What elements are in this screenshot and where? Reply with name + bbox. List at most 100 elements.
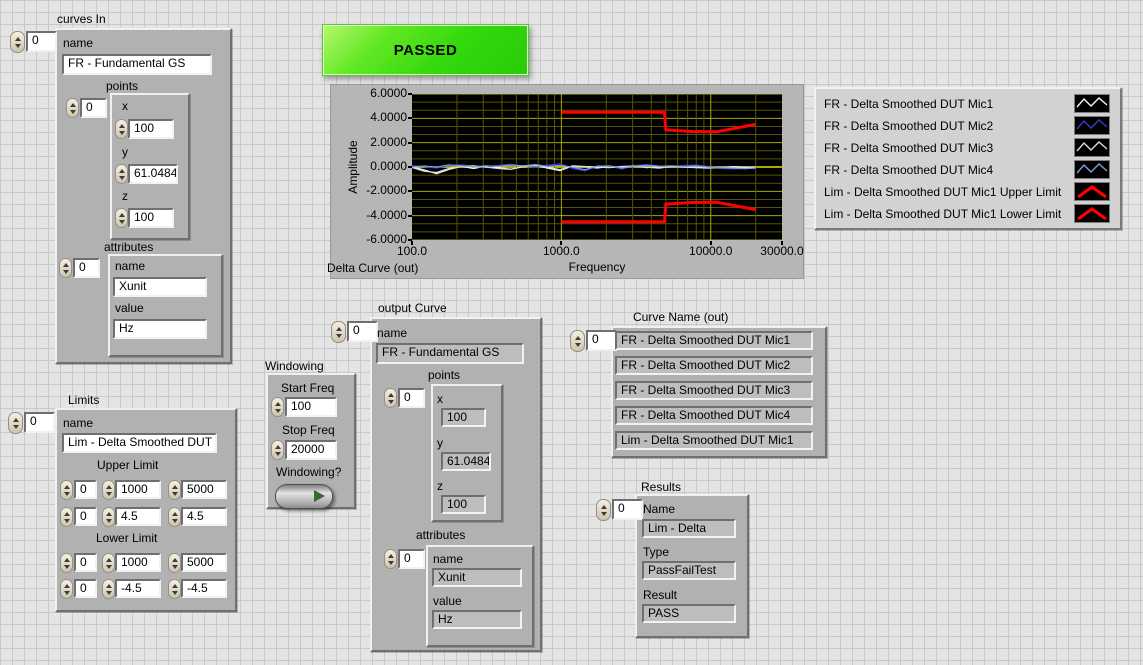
- legend-item-3[interactable]: FR - Delta Smoothed DUT Mic4: [824, 159, 993, 181]
- upper-limit-label: Upper Limit: [97, 458, 158, 472]
- legend-line-glyph: [1077, 142, 1107, 151]
- legend-line-glyph: [1078, 187, 1106, 197]
- legend-item-0[interactable]: FR - Delta Smoothed DUT Mic1: [824, 93, 993, 115]
- output-curve-index-spinner[interactable]: [331, 321, 346, 343]
- limits-name-field[interactable]: Lim - Delta Smoothed DUT: [62, 433, 217, 453]
- windowing-switch-label: Windowing?: [276, 465, 341, 479]
- curves-in-attr-value-label: value: [115, 301, 144, 315]
- x-tick-label: 100.0: [382, 245, 442, 258]
- upper-freq-index-spinner[interactable]: [60, 480, 73, 500]
- results-name-field: Lim - Delta: [642, 519, 736, 538]
- lower-val-index-field[interactable]: 0: [74, 579, 97, 598]
- legend-item-4[interactable]: Lim - Delta Smoothed DUT Mic1 Upper Limi…: [824, 181, 1061, 203]
- curves-in-index-field[interactable]: 0: [26, 31, 57, 52]
- stop-freq-field[interactable]: 20000: [285, 440, 337, 460]
- y-tick-mark: [408, 117, 412, 119]
- output-curve-attr-value-field: Hz: [432, 610, 522, 629]
- output-curve-attributes-index-spinner[interactable]: [384, 549, 397, 569]
- y-tick-label: 2.0000: [353, 136, 407, 149]
- stop-freq-spinner[interactable]: [271, 440, 284, 460]
- upper-val2-field[interactable]: 4.5: [181, 507, 227, 526]
- curves-in-name-label: name: [63, 36, 93, 50]
- legend-item-5[interactable]: Lim - Delta Smoothed DUT Mic1 Lower Limi…: [824, 203, 1061, 225]
- legend-swatch-icon[interactable]: [1074, 116, 1110, 135]
- passed-indicator[interactable]: PASSED: [322, 24, 529, 76]
- curves-in-z-spinner[interactable]: [115, 208, 128, 228]
- y-tick-mark: [408, 142, 412, 144]
- lower-freq1-field[interactable]: 1000: [115, 553, 161, 572]
- curves-in-y-field[interactable]: 61.0484: [128, 164, 178, 184]
- curve-name-out-item: FR - Delta Smoothed DUT Mic3: [615, 381, 813, 400]
- upper-freq2-spinner[interactable]: [168, 480, 181, 500]
- upper-val2-spinner[interactable]: [168, 507, 181, 527]
- output-curve-y-label: y: [437, 436, 443, 450]
- lower-freq2-field[interactable]: 5000: [181, 553, 227, 572]
- upper-val1-spinner[interactable]: [102, 507, 115, 527]
- upper-freq2-field[interactable]: 5000: [181, 480, 227, 499]
- legend-item-1[interactable]: FR - Delta Smoothed DUT Mic2: [824, 115, 993, 137]
- legend-item-2[interactable]: FR - Delta Smoothed DUT Mic3: [824, 137, 993, 159]
- upper-freq1-spinner[interactable]: [102, 480, 115, 500]
- legend-swatch-icon[interactable]: [1074, 160, 1110, 179]
- legend-line-glyph: [1077, 164, 1107, 173]
- upper-val-index-spinner[interactable]: [60, 507, 73, 527]
- results-index-field[interactable]: 0: [612, 499, 643, 520]
- legend-swatch-icon[interactable]: [1074, 138, 1110, 157]
- start-freq-field[interactable]: 100: [285, 397, 337, 417]
- legend-swatch-icon[interactable]: [1074, 182, 1110, 201]
- upper-freq-index-field[interactable]: 0: [74, 480, 97, 499]
- windowing-toggle-switch[interactable]: [275, 484, 333, 509]
- lower-val1-field[interactable]: -4.5: [115, 579, 161, 598]
- lower-val-index-spinner[interactable]: [60, 579, 73, 599]
- output-curve-attributes-index-field[interactable]: 0: [398, 549, 425, 569]
- lower-freq-index-field[interactable]: 0: [74, 553, 97, 572]
- output-curve-index-field[interactable]: 0: [347, 321, 378, 342]
- curves-in-y-spinner[interactable]: [115, 164, 128, 184]
- curves-in-x-spinner[interactable]: [115, 119, 128, 139]
- output-curve-points-index-field[interactable]: 0: [398, 388, 425, 408]
- results-result-label: Result: [643, 588, 677, 602]
- curve-name-out-index-spinner[interactable]: [570, 330, 585, 352]
- results-index-spinner[interactable]: [596, 499, 611, 521]
- results-name-label: Name: [643, 502, 675, 516]
- curve-name-out-index-field[interactable]: 0: [586, 330, 617, 351]
- lower-freq1-spinner[interactable]: [102, 553, 115, 573]
- curves-in-attr-value-field[interactable]: Hz: [113, 319, 207, 339]
- passed-indicator-label: PASSED: [394, 42, 458, 59]
- output-curve-label: output Curve: [378, 301, 447, 315]
- curves-in-z-field[interactable]: 100: [128, 208, 174, 228]
- curves-in-points-index-field[interactable]: 0: [80, 98, 107, 118]
- limits-index-field[interactable]: 0: [24, 412, 55, 433]
- curves-in-points-label: points: [106, 79, 138, 93]
- limits-name-label: name: [63, 416, 93, 430]
- curves-in-attributes-index-field[interactable]: 0: [73, 258, 100, 278]
- upper-freq1-field[interactable]: 1000: [115, 480, 161, 499]
- curves-in-attributes-index-spinner[interactable]: [59, 258, 72, 278]
- curves-in-points-index-spinner[interactable]: [66, 98, 79, 118]
- legend-swatch-icon[interactable]: [1074, 94, 1110, 113]
- curves-in-index-spinner[interactable]: [10, 31, 25, 53]
- delta-curve-graph: Amplitude Frequency Delta Curve (out) 6.…: [330, 84, 804, 279]
- upper-val1-field[interactable]: 4.5: [115, 507, 161, 526]
- curves-in-attr-name-field[interactable]: Xunit: [113, 277, 207, 297]
- output-curve-z-field: 100: [441, 495, 486, 514]
- upper-val-index-field[interactable]: 0: [74, 507, 97, 526]
- stop-freq-label: Stop Freq: [282, 423, 335, 437]
- y-tick-label: 6.0000: [353, 87, 407, 100]
- lower-freq-index-spinner[interactable]: [60, 553, 73, 573]
- start-freq-spinner[interactable]: [271, 397, 284, 417]
- y-tick-label: -2.0000: [353, 184, 407, 197]
- curves-in-name-field[interactable]: FR - Fundamental GS: [62, 54, 212, 75]
- graph-x-axis-label: Frequency: [412, 260, 782, 274]
- output-curve-points-index-spinner[interactable]: [384, 388, 397, 408]
- lower-val2-field[interactable]: -4.5: [181, 579, 227, 598]
- lower-val2-spinner[interactable]: [168, 579, 181, 599]
- curves-in-x-field[interactable]: 100: [128, 119, 174, 139]
- legend-line-glyph: [1077, 120, 1107, 129]
- x-tick-label: 10000.0: [681, 245, 741, 258]
- lower-val1-spinner[interactable]: [102, 579, 115, 599]
- graph-plot-area[interactable]: [412, 94, 782, 240]
- lower-freq2-spinner[interactable]: [168, 553, 181, 573]
- legend-swatch-icon[interactable]: [1074, 204, 1110, 223]
- limits-index-spinner[interactable]: [8, 412, 23, 434]
